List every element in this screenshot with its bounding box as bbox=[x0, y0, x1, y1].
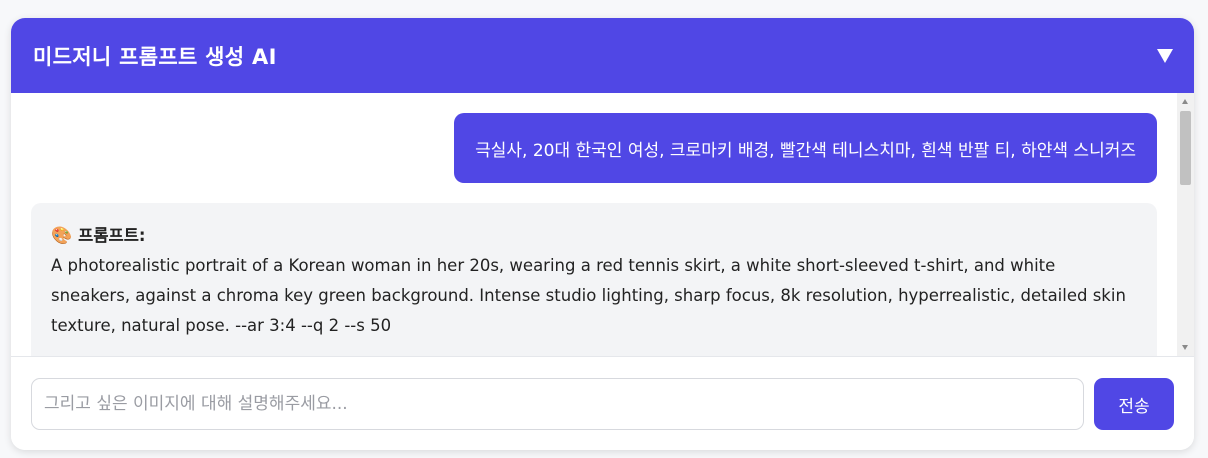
input-bar: 전송 bbox=[11, 356, 1194, 450]
assistant-message: 🎨 프롬프트: A photorealistic portrait of a K… bbox=[31, 203, 1157, 356]
scroll-thumb[interactable] bbox=[1180, 111, 1191, 185]
message-input[interactable] bbox=[31, 378, 1084, 430]
user-message: 극실사, 20대 한국인 여성, 크로마키 배경, 빨간색 테니스치마, 흰색 … bbox=[454, 113, 1157, 183]
send-button[interactable]: 전송 bbox=[1094, 378, 1174, 430]
widget-title: 미드저니 프롬프트 생성 AI bbox=[33, 44, 277, 69]
scroll-up-arrow-icon[interactable] bbox=[1182, 99, 1188, 104]
chevron-down-icon[interactable] bbox=[1157, 48, 1173, 63]
chat-area: 극실사, 20대 한국인 여성, 크로마키 배경, 빨간색 테니스치마, 흰색 … bbox=[11, 93, 1194, 356]
prompt-label: 프롬프트: bbox=[78, 226, 146, 245]
chat-scrollbar[interactable] bbox=[1177, 93, 1194, 356]
prompt-label-row: 🎨 프롬프트: bbox=[51, 221, 1137, 251]
chat-widget: 미드저니 프롬프트 생성 AI 극실사, 20대 한국인 여성, 크로마키 배경… bbox=[11, 18, 1194, 450]
assistant-message-text: A photorealistic portrait of a Korean wo… bbox=[51, 256, 1126, 335]
palette-icon: 🎨 bbox=[51, 226, 73, 246]
user-message-text: 극실사, 20대 한국인 여성, 크로마키 배경, 빨간색 테니스치마, 흰색 … bbox=[475, 140, 1136, 161]
widget-header[interactable]: 미드저니 프롬프트 생성 AI bbox=[11, 18, 1194, 93]
scroll-down-arrow-icon[interactable] bbox=[1182, 345, 1188, 350]
